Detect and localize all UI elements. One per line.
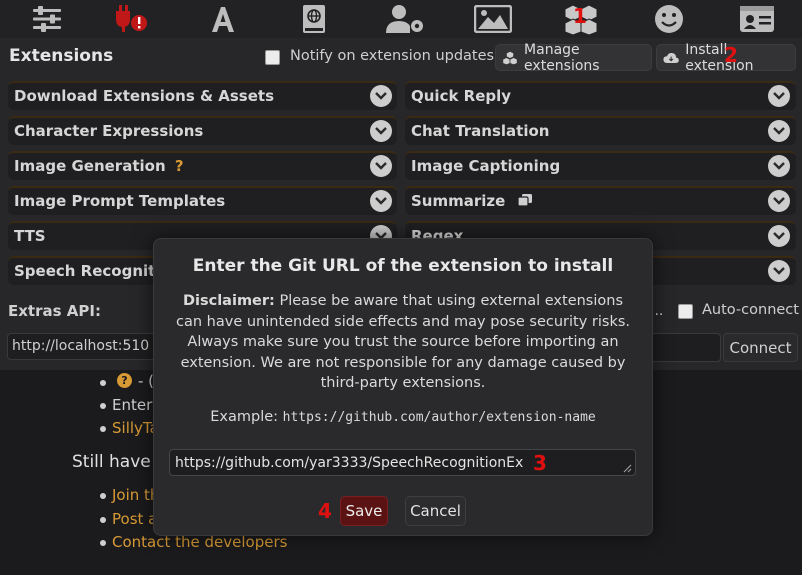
extensions-title: Extensions <box>9 46 114 66</box>
book-globe-icon[interactable] <box>291 0 337 38</box>
drawer-label: Quick Reply <box>411 87 512 105</box>
drawer-character-expressions[interactable]: Character Expressions <box>8 116 397 145</box>
font-a-icon[interactable] <box>200 0 246 38</box>
disclaimer-label: Disclaimer: <box>182 293 275 309</box>
resize-handle-icon[interactable] <box>622 463 632 473</box>
drawer-label: Download Extensions & Assets <box>14 87 275 105</box>
chevron-down-icon[interactable] <box>370 85 392 107</box>
auto-connect-checkbox[interactable] <box>678 304 693 319</box>
cloud-download-icon <box>663 52 679 63</box>
drawer-chat-translation[interactable]: Chat Translation <box>405 116 796 145</box>
cubes-icon <box>502 50 518 65</box>
save-button[interactable]: Save <box>340 496 388 526</box>
git-url-input[interactable]: https://github.com/yar3333/SpeechRecogni… <box>169 449 636 476</box>
list-bullet <box>100 540 106 546</box>
still-have-heading: Still have <box>72 452 151 472</box>
chevron-down-icon[interactable] <box>768 190 790 212</box>
copy-icon <box>516 194 532 207</box>
drawer-download-extensions[interactable]: Download Extensions & Assets <box>8 81 397 110</box>
chevron-down-icon[interactable] <box>370 120 392 142</box>
drawer-summarize[interactable]: Summarize <box>405 186 796 215</box>
auto-connect-label: Auto-connect <box>702 302 799 318</box>
example-url: https://github.com/author/extension-name <box>282 410 596 425</box>
drawer-label: Summarize <box>411 192 533 210</box>
chevron-down-icon[interactable] <box>370 190 392 212</box>
help-icon: ? <box>117 373 132 388</box>
connect-button[interactable]: Connect <box>723 333 798 362</box>
id-card-icon[interactable] <box>734 0 780 38</box>
notify-updates-checkbox[interactable] <box>265 50 280 65</box>
drawer-label: Image Generation ? <box>14 157 184 175</box>
drawer-quick-reply[interactable]: Quick Reply <box>405 81 796 110</box>
chevron-down-icon[interactable] <box>768 225 790 247</box>
cancel-button[interactable]: Cancel <box>405 496 466 526</box>
drawer-label: Image Captioning <box>411 157 561 175</box>
manage-extensions-button[interactable]: Manage extensions <box>495 41 652 74</box>
list-bullet <box>100 380 106 386</box>
extras-url-input[interactable]: http://localhost:510 <box>7 333 167 360</box>
landscape-image-icon[interactable] <box>470 0 516 38</box>
drawer-label-text: Summarize <box>411 192 506 210</box>
chevron-down-icon[interactable] <box>370 155 392 177</box>
list-item-text: - ( <box>138 372 155 390</box>
annotation-3: 3 <box>533 451 547 475</box>
drawer-label-text: Image Generation <box>14 157 166 175</box>
help-icon[interactable]: ? <box>175 157 184 175</box>
annotation-2: 2 <box>724 43 738 67</box>
drawer-image-generation[interactable]: Image Generation ? <box>8 151 397 180</box>
sliders-icon[interactable] <box>24 0 70 38</box>
example-label: Example: <box>210 409 279 425</box>
user-gear-icon[interactable] <box>382 0 428 38</box>
manage-extensions-label: Manage extensions <box>524 41 600 74</box>
plug-warning-icon[interactable] <box>107 0 153 38</box>
list-bullet <box>100 403 106 409</box>
install-extension-dialog: Enter the Git URL of the extension to in… <box>153 238 653 536</box>
drawer-label: TTS <box>14 227 46 245</box>
example-line: Example: https://github.com/author/exten… <box>154 409 652 425</box>
notify-updates-label: Notify on extension updates <box>290 48 495 64</box>
annotation-4: 4 <box>318 499 332 523</box>
smile-icon[interactable] <box>646 0 692 38</box>
top-navigation-bar <box>0 0 802 39</box>
chevron-down-icon[interactable] <box>768 120 790 142</box>
list-bullet <box>100 517 106 523</box>
disclaimer-text: Disclaimer: Please be aware that using e… <box>176 291 630 394</box>
list-bullet <box>100 493 106 499</box>
post-link[interactable]: Post a <box>112 510 157 528</box>
drawer-label: Image Prompt Templates <box>14 192 226 210</box>
sillytavern-link[interactable]: SillyTa <box>112 419 159 437</box>
list-item-text: Enter <box>112 396 153 414</box>
chevron-down-icon[interactable] <box>768 85 790 107</box>
drawer-image-captioning[interactable]: Image Captioning <box>405 151 796 180</box>
annotation-1: 1 <box>573 4 587 28</box>
list-bullet <box>100 426 106 432</box>
drawer-image-prompt-templates[interactable]: Image Prompt Templates <box>8 186 397 215</box>
drawer-label: Chat Translation <box>411 122 550 140</box>
extras-api-label: Extras API: <box>8 302 101 320</box>
drawer-label: Character Expressions <box>14 122 204 140</box>
chevron-down-icon[interactable] <box>768 155 790 177</box>
dialog-title: Enter the Git URL of the extension to in… <box>192 256 614 276</box>
chevron-down-icon[interactable] <box>768 260 790 282</box>
